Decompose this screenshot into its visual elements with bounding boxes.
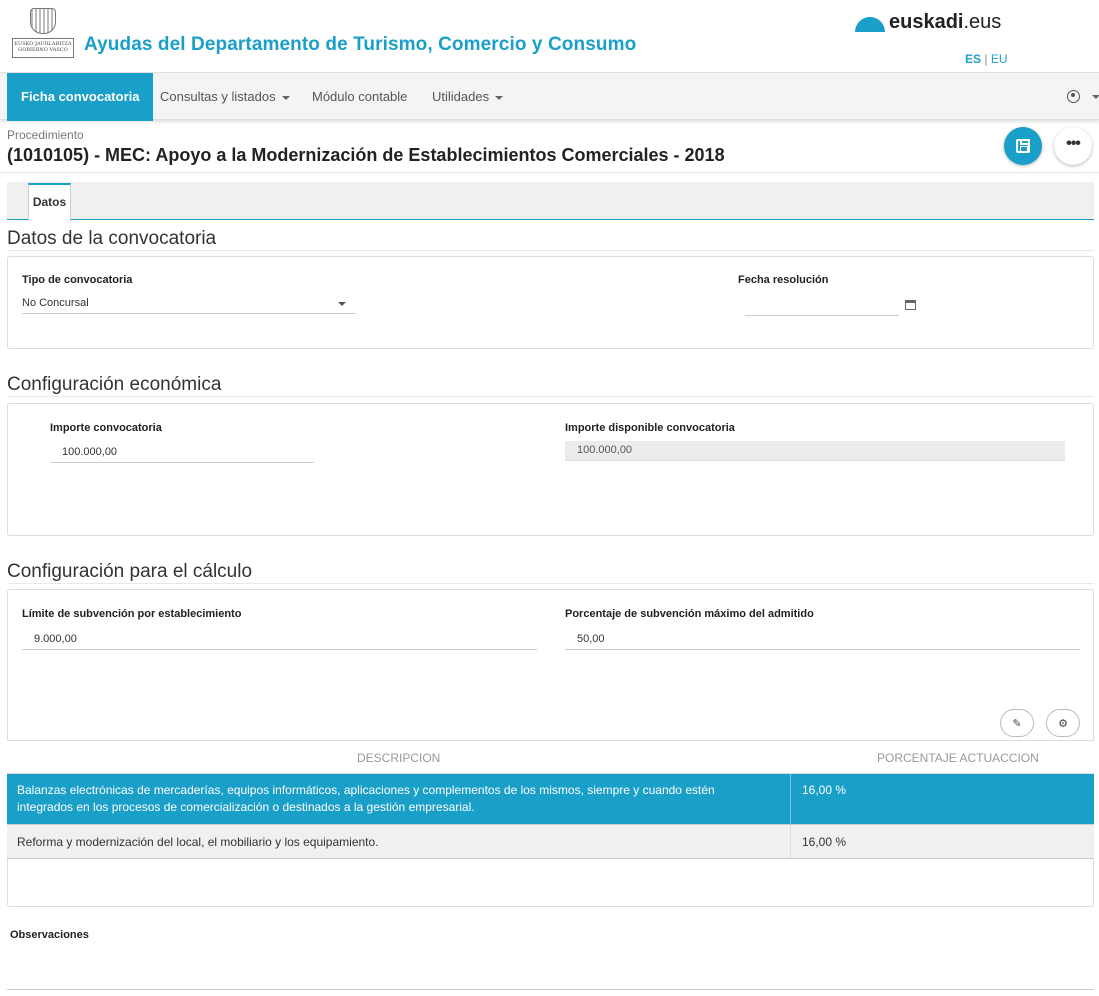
fecha-resolucion-label: Fecha resolución (738, 274, 829, 286)
divider (7, 396, 1094, 397)
column-divider (790, 774, 791, 824)
section-title-calculo: Configuración para el cálculo (7, 561, 253, 582)
limite-subvencion-input[interactable]: 9.000,00 (22, 630, 537, 650)
main-navbar: Ficha convocatoria Consultas y listados … (0, 72, 1099, 121)
tab-bar (7, 182, 1094, 220)
logo-text: EUSKO JAURLARITZA GOBIERNO VASCO (12, 38, 74, 58)
limite-subvencion-label: Límite de subvención por establecimiento (22, 608, 242, 620)
lang-es-link[interactable]: ES (965, 52, 981, 66)
row-descripcion: Reforma y modernización del local, el mo… (17, 835, 379, 849)
save-button[interactable] (1004, 127, 1042, 165)
importe-disponible-field: 100.000,00 (565, 441, 1065, 461)
user-icon[interactable] (1067, 90, 1080, 103)
nav-consultas-listados[interactable]: Consultas y listados (160, 73, 290, 121)
language-switcher: ES | EU (965, 52, 1008, 66)
tab-datos[interactable]: Datos (28, 183, 71, 221)
settings-button[interactable]: ⚙ (1046, 709, 1080, 737)
panel-datos-convocatoria: Tipo de convocatoria No Concursal Fecha … (7, 256, 1094, 349)
column-header-porcentaje[interactable]: PORCENTAJE ACTUACCION (877, 741, 1039, 775)
calendar-icon[interactable] (905, 300, 916, 310)
app-header: EUSKO JAURLARITZA GOBIERNO VASCO Ayudas … (0, 0, 1099, 72)
user-menu-chevron-icon[interactable] (1092, 95, 1099, 99)
porcentaje-subvencion-input[interactable]: 50,00 (565, 630, 1080, 650)
section-title-economica: Configuración económica (7, 374, 222, 395)
column-header-descripcion[interactable]: DESCRIPCION (357, 741, 440, 775)
gobierno-vasco-logo: EUSKO JAURLARITZA GOBIERNO VASCO (12, 8, 74, 60)
divider (7, 583, 1094, 584)
floppy-disk-icon (1016, 139, 1030, 153)
row-porcentaje: 16,00 % (802, 835, 847, 849)
gear-icon: ⚙ (1058, 717, 1068, 730)
fecha-resolucion-input[interactable] (745, 296, 899, 316)
lang-eu-link[interactable]: EU (991, 52, 1008, 66)
importe-convocatoria-input[interactable]: 100.000,00 (50, 443, 314, 463)
table-header: DESCRIPCION PORCENTAJE ACTUACCION (7, 740, 1094, 774)
section-title-datos: Datos de la convocatoria (7, 228, 217, 249)
nav-utilidades[interactable]: Utilidades (432, 73, 504, 121)
divider (7, 250, 1094, 251)
euskadi-arch-icon (855, 16, 885, 32)
importe-disponible-label: Importe disponible convocatoria (565, 422, 735, 434)
tipo-convocatoria-label: Tipo de convocatoria (22, 274, 133, 286)
column-divider (790, 825, 791, 858)
table-row[interactable]: Reforma y modernización del local, el mo… (7, 825, 1094, 859)
observaciones-label: Observaciones (10, 929, 89, 941)
nav-modulo-contable[interactable]: Módulo contable (312, 73, 407, 121)
nav-ficha-convocatoria[interactable]: Ficha convocatoria (7, 73, 154, 121)
euskadi-logo[interactable]: euskadi.eus (855, 8, 1001, 36)
porcentaje-subvencion-label: Porcentaje de subvención máximo del admi… (565, 608, 814, 620)
chevron-down-icon (495, 95, 504, 100)
divider (0, 172, 1099, 173)
procedure-label: Procedimiento (7, 128, 84, 142)
chevron-down-icon (281, 95, 290, 100)
edit-icon: ✎ (1012, 717, 1022, 730)
row-descripcion: Balanzas electrónicas de mercaderías, eq… (17, 783, 715, 814)
crest-icon (30, 8, 56, 34)
table-row[interactable]: Balanzas electrónicas de mercaderías, eq… (7, 774, 1094, 825)
edit-button[interactable]: ✎ (1000, 709, 1034, 737)
more-options-button[interactable]: ••• (1054, 127, 1092, 165)
importe-convocatoria-label: Importe convocatoria (50, 422, 162, 434)
observaciones-input[interactable] (7, 989, 1094, 990)
panel-configuracion-economica: Importe convocatoria 100.000,00 Importe … (7, 403, 1094, 536)
procedure-title: (1010105) - MEC: Apoyo a la Modernizació… (7, 145, 725, 165)
tipo-convocatoria-select[interactable]: No Concursal (22, 294, 356, 314)
app-title: Ayudas del Departamento de Turismo, Come… (84, 34, 637, 55)
row-porcentaje: 16,00 % (802, 783, 847, 797)
chevron-down-icon (338, 302, 346, 306)
